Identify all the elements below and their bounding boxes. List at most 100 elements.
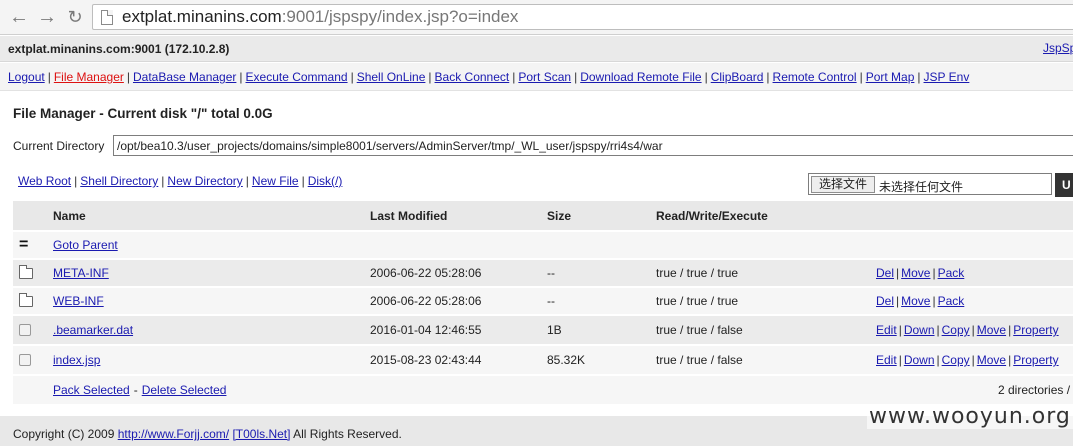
table-footer-row: Pack Selected - Delete Selected 2 direct… <box>13 376 1073 405</box>
t00ls-link[interactable]: [T00ls.Net] <box>232 427 290 441</box>
action-separator: | <box>245 174 249 188</box>
del-link[interactable]: Del <box>876 266 894 280</box>
menu-item-clipboard[interactable]: ClipBoard <box>711 70 764 84</box>
goto-parent-row: = Goto Parent <box>13 232 1073 259</box>
menu-separator: | <box>704 70 708 84</box>
upload-button[interactable]: U <box>1055 173 1073 197</box>
page-icon <box>101 10 113 25</box>
pack-selected-link[interactable]: Pack Selected <box>53 383 130 397</box>
menu-item-jsp-env[interactable]: JSP Env <box>924 70 970 84</box>
move-link[interactable]: Move <box>901 266 930 280</box>
table-row: index.jsp 2015-08-23 02:43:44 85.32K true /… <box>13 346 1073 375</box>
move-link[interactable]: Move <box>977 323 1006 337</box>
row-action-separator: | <box>932 294 936 308</box>
parent-icon: = <box>19 232 43 258</box>
move-link[interactable]: Move <box>901 294 930 308</box>
choose-file-button[interactable]: 选择文件 <box>811 176 875 193</box>
menu-separator: | <box>512 70 516 84</box>
menu-item-remote-control[interactable]: Remote Control <box>773 70 857 84</box>
table-header: Name Last Modified Size Read/Write/Execu… <box>13 201 1073 231</box>
row-action-separator: | <box>971 353 975 367</box>
goto-parent-link[interactable]: Goto Parent <box>53 238 118 252</box>
action-shell-directory[interactable]: Shell Directory <box>80 174 158 188</box>
menu-item-download-remote-file[interactable]: Download Remote File <box>580 70 701 84</box>
forjj-link[interactable]: http://www.Forjj.com/ <box>118 427 229 441</box>
permissions: true / true / true <box>656 294 739 308</box>
directory-summary: 2 directories / <box>998 383 1071 397</box>
jspspy-link[interactable]: JspSp <box>1043 41 1073 55</box>
directory-actions: Web Root | Shell Directory | New Directory | N… <box>18 174 342 188</box>
host-info: extplat.minanins.com:9001 (172.10.2.8) <box>8 42 230 56</box>
menu-item-port-scan[interactable]: Port Scan <box>518 70 571 84</box>
header-last-modified: Last Modified <box>370 208 448 223</box>
last-modified: 2016-01-04 12:46:55 <box>370 323 482 337</box>
file-size: -- <box>547 294 555 308</box>
current-directory-input[interactable] <box>113 135 1073 156</box>
copy-link[interactable]: Copy <box>942 323 970 337</box>
url-path: :9001/jspspy/index.jsp?o=index <box>281 7 519 26</box>
action-web-root[interactable]: Web Root <box>18 174 71 188</box>
menu-item-logout[interactable]: Logout <box>8 70 45 84</box>
move-link[interactable]: Move <box>977 353 1006 367</box>
del-link[interactable]: Del <box>876 294 894 308</box>
forward-arrow-icon[interactable]: → <box>36 6 58 28</box>
row-action-separator: | <box>896 266 900 280</box>
address-bar[interactable]: extplat.minanins.com:9001/jspspy/index.j… <box>92 4 1073 30</box>
table-row: META-INF 2006-06-22 05:28:06 -- true / true… <box>13 260 1073 287</box>
last-modified: 2006-06-22 05:28:06 <box>370 294 482 308</box>
checkbox-cell[interactable] <box>19 346 43 374</box>
copy-link[interactable]: Copy <box>942 353 970 367</box>
row-action-separator: | <box>936 353 940 367</box>
checkbox-cell[interactable] <box>19 316 43 344</box>
file-upload-field[interactable]: 选择文件 未选择任何文件 <box>808 173 1052 195</box>
select-checkbox[interactable] <box>19 354 31 366</box>
rights-text: All Rights Reserved. <box>293 427 402 441</box>
header-size: Size <box>547 208 572 223</box>
select-checkbox[interactable] <box>19 324 31 336</box>
edit-link[interactable]: Edit <box>876 323 897 337</box>
property-link[interactable]: Property <box>1013 323 1058 337</box>
file-name-link[interactable]: WEB-INF <box>53 294 104 308</box>
host-bar: extplat.minanins.com:9001 (172.10.2.8) J… <box>0 36 1073 62</box>
menu-item-shell-online[interactable]: Shell OnLine <box>357 70 426 84</box>
action-separator: | <box>74 174 78 188</box>
down-link[interactable]: Down <box>904 323 935 337</box>
folder-icon-cell <box>19 288 43 314</box>
row-action-separator: | <box>936 323 940 337</box>
property-link[interactable]: Property <box>1013 353 1058 367</box>
header-name: Name <box>53 208 86 223</box>
file-name-link[interactable]: META-INF <box>53 266 109 280</box>
folder-icon-cell <box>19 260 43 286</box>
action-disk[interactable]: Disk(/) <box>308 174 343 188</box>
reload-icon[interactable]: ↻ <box>64 6 86 28</box>
last-modified: 2015-08-23 02:43:44 <box>370 353 482 367</box>
menu-item-file-manager[interactable]: File Manager <box>54 70 124 84</box>
parent-symbol: = <box>19 236 29 253</box>
menu-item-back-connect[interactable]: Back Connect <box>435 70 510 84</box>
pack-link[interactable]: Pack <box>938 294 965 308</box>
no-file-text: 未选择任何文件 <box>879 180 964 194</box>
table-row: WEB-INF 2006-06-22 05:28:06 -- true / true … <box>13 288 1073 315</box>
file-name-link[interactable]: .beamarker.dat <box>53 323 133 337</box>
action-new-directory[interactable]: New Directory <box>167 174 242 188</box>
watermark: www.wooyun.org <box>867 404 1073 429</box>
header-rwx: Read/Write/Execute <box>656 208 768 223</box>
menu-separator: | <box>428 70 432 84</box>
delete-selected-link[interactable]: Delete Selected <box>142 383 227 397</box>
menu-item-database-manager[interactable]: DataBase Manager <box>133 70 236 84</box>
edit-link[interactable]: Edit <box>876 353 897 367</box>
pack-link[interactable]: Pack <box>938 266 965 280</box>
menu-item-execute-command[interactable]: Execute Command <box>246 70 348 84</box>
menu-item-port-map[interactable]: Port Map <box>866 70 915 84</box>
browser-toolbar: ← → ↻ extplat.minanins.com:9001/jspspy/i… <box>0 0 1073 35</box>
menu-separator: | <box>574 70 578 84</box>
action-separator: | <box>301 174 305 188</box>
down-link[interactable]: Down <box>904 353 935 367</box>
file-name-link[interactable]: index.jsp <box>53 353 100 367</box>
file-size: -- <box>547 266 555 280</box>
action-new-file[interactable]: New File <box>252 174 299 188</box>
menu-separator: | <box>126 70 130 84</box>
url-text[interactable]: extplat.minanins.com:9001/jspspy/index.j… <box>122 7 518 27</box>
footer-separator: - <box>133 383 138 397</box>
back-arrow-icon[interactable]: ← <box>8 6 30 28</box>
